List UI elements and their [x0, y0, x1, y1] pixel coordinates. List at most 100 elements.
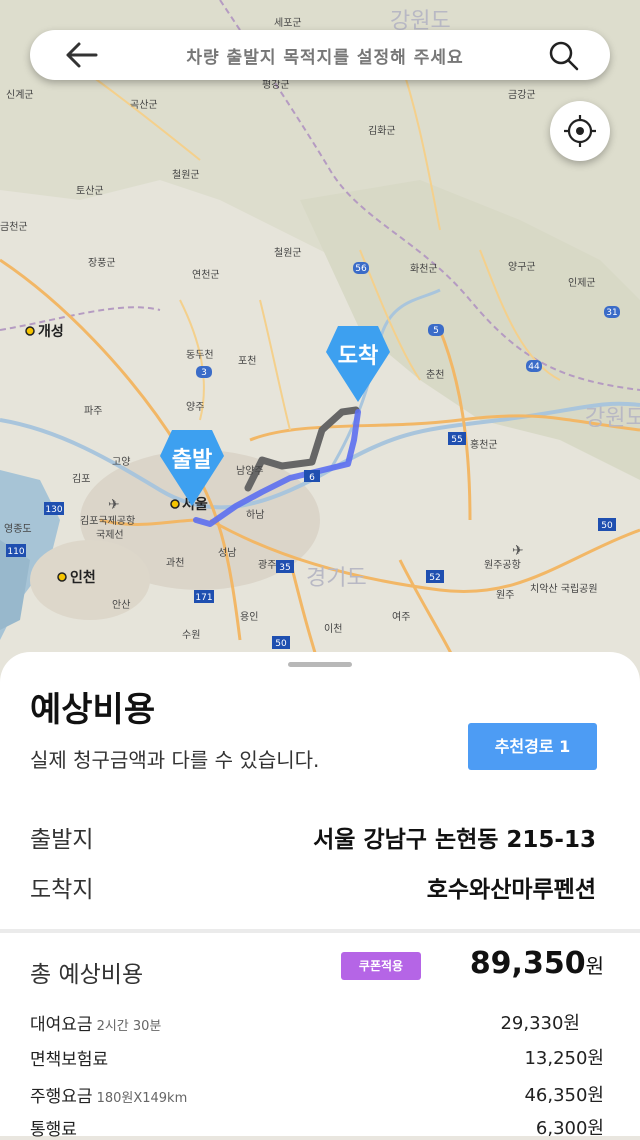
fee-value-rental: 29,330원: [500, 1013, 580, 1034]
city-label: 신계군: [6, 89, 34, 101]
route-shield: 3: [201, 368, 207, 378]
fee-name: 대여요금: [30, 1015, 93, 1035]
route-shield: 6: [309, 473, 315, 483]
city-label: 홍천군: [470, 438, 498, 451]
fee-name: 면책보험료: [30, 1050, 109, 1070]
destination-pin[interactable]: 도착: [324, 324, 392, 404]
city-label: 과천: [166, 557, 184, 569]
total-amount-currency: 원: [585, 954, 604, 978]
fee-value-toll: 6,300원: [535, 1118, 604, 1139]
route-shield: 31: [606, 308, 617, 318]
city-label: 연천군: [192, 269, 220, 281]
city-label: 인천: [70, 569, 96, 586]
city-label: 수원: [182, 629, 200, 641]
map-view[interactable]: 강원도 경기도 강원도 세포군 신계군 평강군 금강군 김화군 곡산군 철원군 …: [0, 0, 640, 700]
route-shield: 50: [601, 521, 613, 531]
origin-label: 출발지: [30, 827, 94, 853]
crosshair-icon: [564, 115, 596, 147]
search-placeholder[interactable]: 차량 출발지 목적지를 설정해 주세요: [140, 43, 510, 68]
map-canvas[interactable]: 강원도 경기도 강원도 세포군 신계군 평강군 금강군 김화군 곡산군 철원군 …: [0, 0, 640, 700]
route-shield: 5: [433, 326, 439, 336]
region-label: 경기도: [306, 566, 367, 591]
city-label: 원주: [496, 589, 514, 601]
fee-label-rental: 대여요금 2시간 30분: [30, 1010, 161, 1035]
airport-icon: ✈: [512, 543, 524, 559]
city-label: 하남: [246, 508, 264, 521]
coupon-badge: 쿠폰적용: [341, 952, 421, 980]
search-bar[interactable]: 차량 출발지 목적지를 설정해 주세요: [30, 30, 610, 80]
route-shield: 130: [45, 505, 62, 515]
origin-pin-label: 출발: [171, 448, 213, 473]
city-label: 포천: [238, 355, 256, 367]
origin-pin[interactable]: 출발: [158, 428, 226, 508]
recommended-route-button[interactable]: 추천경로 1: [468, 723, 597, 770]
sheet-subtitle: 실제 청구금액과 다를 수 있습니다.: [30, 748, 320, 772]
city-label: 이천: [324, 623, 342, 635]
route-shield: 52: [429, 573, 440, 583]
fee-label-toll: 통행료: [30, 1115, 77, 1140]
destination-pin-label: 도착: [337, 344, 379, 369]
fee-name: 통행료: [30, 1120, 77, 1140]
back-arrow-icon: [66, 42, 98, 68]
city-label: 성남: [218, 547, 236, 559]
city-label: 용인: [240, 611, 258, 623]
route-shield: 50: [275, 639, 287, 649]
city-label: 장풍군: [88, 257, 116, 269]
city-label: 파주: [84, 405, 102, 417]
my-location-button[interactable]: [550, 101, 610, 161]
city-label: 토산군: [76, 185, 104, 197]
city-label: 철원군: [274, 247, 302, 259]
fee-value-insurance: 13,250원: [524, 1048, 604, 1069]
fee-label-driving: 주행요금 180원X149km: [30, 1082, 187, 1107]
city-label: 양주: [186, 401, 204, 413]
city-label: 광주: [258, 559, 276, 571]
city-label: 양구군: [508, 261, 536, 273]
city-label: 안산: [112, 599, 130, 611]
city-label: 영종도: [4, 523, 32, 535]
city-label: 김포국제공항: [80, 515, 135, 527]
city-label: 춘천: [426, 369, 444, 381]
total-amount-value: 89,350: [469, 946, 586, 981]
city-label: 치악산 국립공원: [530, 582, 598, 595]
destination-label: 도착지: [30, 877, 94, 903]
fee-value-driving: 46,350원: [524, 1085, 604, 1106]
fee-detail: 2시간 30분: [96, 1019, 162, 1034]
search-icon: [549, 41, 579, 71]
origin-value: 서울 강남구 논현동 215-13: [313, 827, 596, 853]
sheet-drag-handle[interactable]: [288, 662, 352, 667]
section-divider: [0, 929, 640, 933]
route-shield: 110: [7, 547, 24, 557]
route-shield: 44: [528, 362, 540, 372]
total-label: 총 예상비용: [30, 962, 144, 988]
city-label: 평강군: [262, 79, 290, 91]
sheet-title: 예상비용: [30, 690, 156, 730]
estimate-sheet: 예상비용 실제 청구금액과 다를 수 있습니다. 추천경로 1 출발지 서울 강…: [0, 652, 640, 1140]
city-label: 동두천: [186, 349, 214, 361]
city-label: 금천군: [0, 221, 28, 233]
airport-icon: ✈: [108, 497, 120, 513]
city-label: 김화군: [368, 125, 396, 137]
back-button[interactable]: [62, 38, 102, 72]
city-label: 국제선: [96, 529, 124, 541]
search-button[interactable]: [548, 40, 580, 72]
fee-detail: 180원X149km: [96, 1091, 188, 1106]
total-amount: 89,350원: [470, 946, 604, 981]
city-label: 김포: [72, 473, 90, 485]
city-label: 고양: [112, 456, 130, 468]
city-label: 세포군: [274, 17, 302, 29]
city-label: 남양주: [236, 465, 264, 477]
city-label: 곡산군: [130, 99, 158, 111]
city-label: 여주: [392, 611, 410, 623]
destination-value: 호수와산마루펜션: [426, 877, 596, 903]
fee-label-insurance: 면책보험료: [30, 1045, 108, 1070]
city-label: 화천군: [410, 263, 438, 275]
route-shield: 56: [355, 264, 367, 274]
city-label: 원주공항: [484, 559, 521, 571]
route-shield: 55: [451, 435, 462, 445]
region-label: 강원도: [585, 406, 640, 431]
route-shield: 35: [279, 563, 290, 573]
city-label: 인제군: [568, 277, 596, 289]
city-label: 철원군: [172, 169, 200, 181]
city-label: 금강군: [508, 89, 536, 101]
city-label: 개성: [38, 324, 64, 340]
